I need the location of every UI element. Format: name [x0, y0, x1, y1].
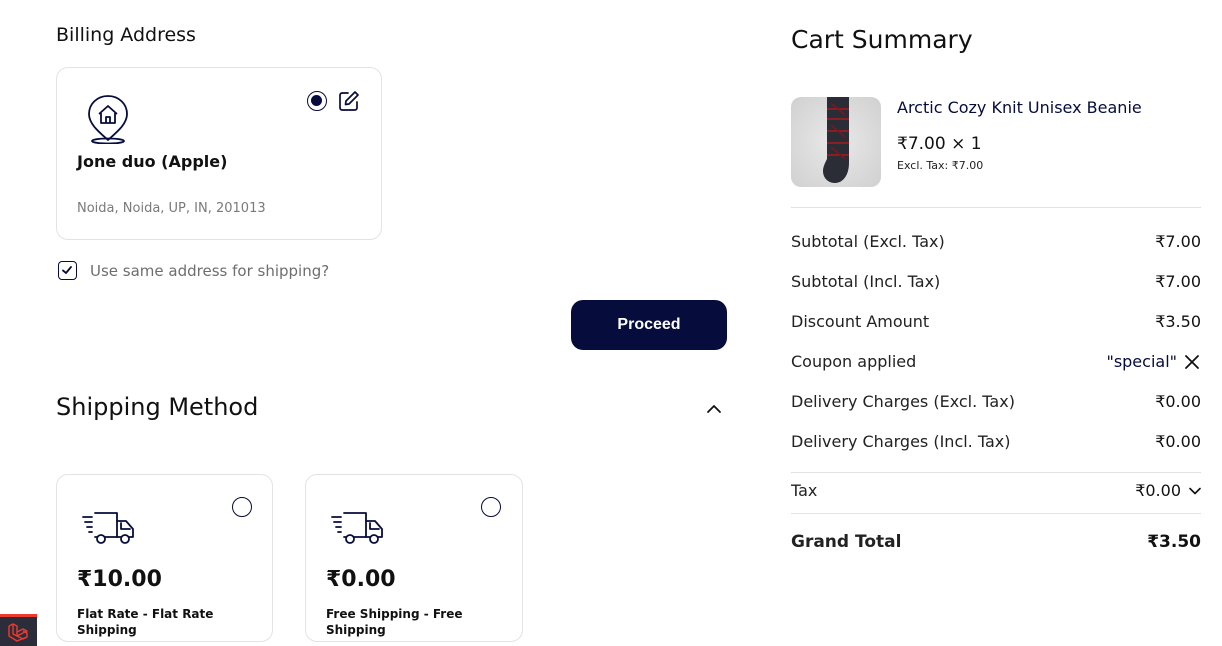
- debugbar-toggle[interactable]: [0, 614, 37, 646]
- row-label: Discount Amount: [791, 312, 930, 331]
- discount-row: Discount Amount ₹3.50: [791, 312, 1201, 331]
- delivery-incl-row: Delivery Charges (Incl. Tax) ₹0.00: [791, 432, 1201, 451]
- cart-summary-title: Cart Summary: [791, 25, 973, 54]
- grand-total-label: Grand Total: [791, 532, 902, 552]
- same-address-label: Use same address for shipping?: [90, 261, 330, 280]
- row-value: ₹7.00: [1155, 272, 1201, 291]
- shipping-radio[interactable]: [232, 497, 252, 517]
- shipping-option-free[interactable]: ₹0.00 Free Shipping - Free Shipping: [305, 474, 523, 642]
- subtotal-excl-row: Subtotal (Excl. Tax) ₹7.00: [791, 232, 1201, 251]
- checkmark-icon: [62, 266, 72, 274]
- shipping-option-flat-rate[interactable]: ₹10.00 Flat Rate - Flat Rate Shipping: [56, 474, 273, 642]
- product-excl-tax: Excl. Tax: ₹7.00: [897, 159, 984, 172]
- shipping-price: ₹0.00: [326, 567, 396, 592]
- coupon-row: Coupon applied "special": [791, 352, 1201, 371]
- billing-address-card[interactable]: Jone duo (Apple) Noida, Noida, UP, IN, 2…: [56, 67, 382, 240]
- grand-total-row: Grand Total ₹3.50: [791, 532, 1201, 552]
- divider: [791, 207, 1201, 208]
- tax-amount: ₹0.00: [1135, 481, 1181, 500]
- chevron-down-icon[interactable]: [1189, 487, 1201, 495]
- shipping-method-name: Free Shipping - Free Shipping: [326, 607, 463, 637]
- grand-total-value: ₹3.50: [1147, 532, 1201, 552]
- row-label: Subtotal (Excl. Tax): [791, 232, 945, 251]
- row-value: ₹7.00: [1155, 232, 1201, 251]
- shipping-method-title: Shipping Method: [56, 393, 259, 421]
- shipping-method-name: Flat Rate - Flat Rate Shipping: [77, 607, 214, 637]
- home-location-icon: [88, 95, 128, 144]
- shipping-price: ₹10.00: [77, 567, 162, 592]
- row-label: Delivery Charges (Incl. Tax): [791, 432, 1011, 451]
- shipping-radio[interactable]: [481, 497, 501, 517]
- chevron-up-icon[interactable]: [705, 402, 723, 416]
- row-value: ₹0.00: [1155, 392, 1201, 411]
- same-address-checkbox[interactable]: [58, 261, 77, 280]
- same-address-option[interactable]: Use same address for shipping?: [58, 261, 329, 280]
- product-image[interactable]: [791, 97, 881, 187]
- divider: [791, 472, 1201, 473]
- tax-row[interactable]: Tax ₹0.00: [791, 481, 1201, 500]
- laravel-logo-icon: [8, 623, 28, 642]
- sock-image: [823, 97, 849, 183]
- coupon-code: "special": [1106, 352, 1177, 371]
- address-radio-selected[interactable]: [307, 91, 327, 111]
- row-value: ₹3.50: [1155, 312, 1201, 331]
- divider: [791, 513, 1201, 514]
- row-label: Delivery Charges (Excl. Tax): [791, 392, 1015, 411]
- close-icon[interactable]: [1183, 353, 1201, 371]
- delivery-truck-icon: [331, 512, 383, 544]
- row-value: ₹0.00: [1155, 432, 1201, 451]
- tax-value[interactable]: ₹0.00: [1135, 481, 1201, 500]
- subtotal-incl-row: Subtotal (Incl. Tax) ₹7.00: [791, 272, 1201, 291]
- edit-icon[interactable]: [338, 90, 360, 112]
- delivery-excl-row: Delivery Charges (Excl. Tax) ₹0.00: [791, 392, 1201, 411]
- address-name: Jone duo (Apple): [77, 152, 228, 171]
- row-label: Subtotal (Incl. Tax): [791, 272, 941, 291]
- proceed-button[interactable]: Proceed: [571, 300, 727, 350]
- row-label: Coupon applied: [791, 352, 917, 371]
- billing-address-title: Billing Address: [56, 24, 196, 46]
- address-line: Noida, Noida, UP, IN, 201013: [77, 201, 266, 216]
- product-price-qty: ₹7.00 × 1: [897, 134, 982, 154]
- coupon-value: "special": [1106, 352, 1201, 371]
- row-label: Tax: [791, 481, 818, 500]
- product-name-link[interactable]: Arctic Cozy Knit Unisex Beanie: [897, 98, 1142, 117]
- delivery-truck-icon: [82, 512, 134, 544]
